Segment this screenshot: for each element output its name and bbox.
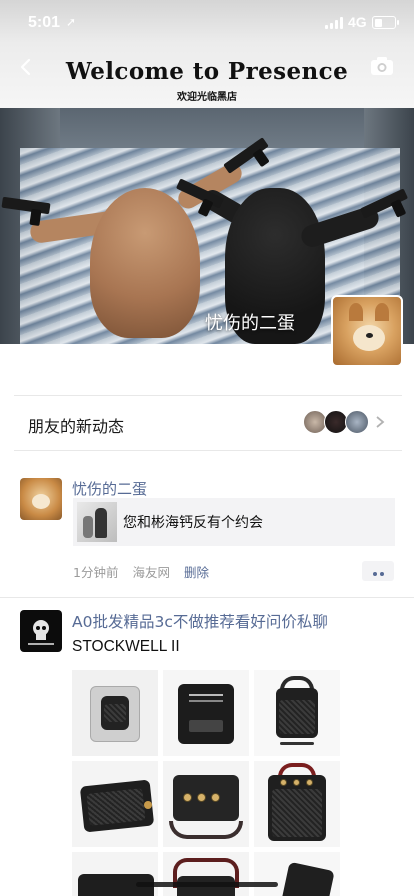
delete-link[interactable]: 删除: [184, 565, 209, 580]
speaker-grille: [86, 788, 146, 826]
profile-name[interactable]: 忧伤的二蛋: [205, 309, 295, 335]
friend-avatar: [345, 410, 369, 434]
knob: [306, 779, 313, 786]
post-meta: 1分钟前 海友网 删除: [73, 562, 209, 581]
post-avatar[interactable]: [20, 478, 62, 520]
moment-post: 忧伤的二蛋 您和彬海钙反有个约会 1分钟前 海友网 删除: [0, 468, 414, 596]
photo-thumbnail[interactable]: [254, 670, 340, 756]
dot-icon: [379, 572, 384, 576]
poster-name[interactable]: A0批发精品3c不做推荐看好问价私聊: [72, 610, 328, 632]
strap-button: [144, 801, 152, 809]
divider: [14, 450, 402, 451]
photo-thumbnail[interactable]: [163, 852, 249, 896]
speaker-grille: [272, 789, 322, 837]
photo-thumbnail[interactable]: [254, 761, 340, 847]
new-activity-label: 朋友的新动态: [28, 417, 125, 436]
dog-face: [353, 325, 385, 351]
thumb-figure: [95, 508, 107, 538]
speaker-body: [279, 861, 335, 896]
dot-icon: [372, 572, 377, 576]
control-panel: [189, 720, 223, 732]
profile-avatar[interactable]: [331, 295, 403, 367]
post-source[interactable]: 海友网: [132, 565, 170, 580]
post-avatar[interactable]: [20, 610, 62, 652]
cover-title: Welcome to Presence: [65, 58, 349, 85]
more-actions-button[interactable]: [362, 561, 394, 581]
knob: [293, 779, 300, 786]
dog-nose: [366, 333, 373, 338]
box-back: [178, 684, 234, 744]
volume-knob: [183, 793, 192, 802]
post-text: STOCKWELL II: [72, 638, 180, 655]
dog-face: [32, 494, 50, 509]
thumb-figure: [83, 516, 93, 538]
knob: [280, 779, 287, 786]
photo-thumbnail[interactable]: [72, 852, 158, 896]
home-indicator[interactable]: [136, 882, 278, 887]
photo-thumbnail[interactable]: [163, 761, 249, 847]
speaker-grille: [279, 700, 315, 734]
status-bar: 5:01 ➚ 4G: [0, 0, 414, 48]
cable: [280, 742, 314, 745]
photo-thumbnail[interactable]: [163, 670, 249, 756]
shared-link-card[interactable]: 您和彬海钙反有个约会: [73, 498, 395, 546]
orange-cat: [90, 188, 200, 338]
photo-thumbnail[interactable]: [72, 761, 158, 847]
network-type: 4G: [348, 14, 367, 30]
post-time: 1分钟前: [73, 565, 119, 580]
moment-post: A0批发精品3c不做推荐看好问价私聊 STOCKWELL II: [0, 598, 414, 896]
poster-name[interactable]: 忧伤的二蛋: [72, 478, 147, 499]
shared-thumbnail: [77, 502, 117, 542]
speaker-grille: [104, 704, 126, 722]
chevron-right-icon: [376, 416, 385, 428]
shared-title: 您和彬海钙反有个约会: [123, 515, 263, 531]
status-time: 5:01: [28, 14, 61, 31]
dog-ear: [375, 303, 389, 321]
moments-screen: 5:01 ➚ 4G Welcome to Presence 欢迎光临黑店 忧伤的…: [0, 0, 414, 896]
bass-knob: [197, 793, 206, 802]
battery-icon: [372, 16, 399, 29]
text-line: [189, 700, 223, 702]
cover-subtitle: 欢迎光临黑店: [177, 92, 237, 103]
photo-thumbnail[interactable]: [72, 670, 158, 756]
text-line: [189, 694, 223, 696]
speaker-strap: [169, 821, 243, 839]
battery-level: [374, 18, 382, 27]
photo-thumbnail[interactable]: [254, 852, 340, 896]
signal-icon: [325, 17, 343, 29]
treble-knob: [211, 793, 220, 802]
dog-ear: [349, 303, 363, 321]
new-activity-row[interactable]: 朋友的新动态: [0, 396, 414, 450]
location-arrow-icon: ➚: [66, 15, 77, 29]
cover-header: 5:01 ➚ 4G Welcome to Presence 欢迎光临黑店 忧伤的…: [0, 0, 414, 344]
skull-logo-icon: [28, 620, 54, 645]
